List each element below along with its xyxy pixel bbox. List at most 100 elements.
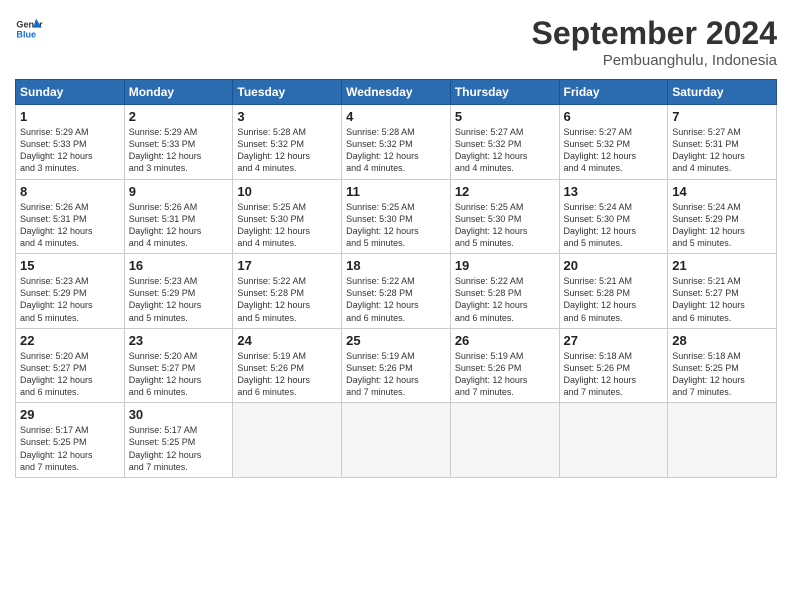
day-info: Sunrise: 5:26 AM Sunset: 5:31 PM Dayligh… [129,201,229,250]
calendar-table: SundayMondayTuesdayWednesdayThursdayFrid… [15,79,777,478]
day-info: Sunrise: 5:20 AM Sunset: 5:27 PM Dayligh… [129,350,229,399]
day-info: Sunrise: 5:20 AM Sunset: 5:27 PM Dayligh… [20,350,120,399]
day-number: 22 [20,333,120,348]
day-cell: 25Sunrise: 5:19 AM Sunset: 5:26 PM Dayli… [342,328,451,403]
day-number: 5 [455,109,555,124]
day-cell [450,403,559,478]
day-cell: 24 Sunrise: 5:19 AM Sunset: 5:26 PM Dayli… [233,328,342,403]
week-row-5: 29 Sunrise: 5:17 AM Sunset: 5:25 PM Dayli… [16,403,777,478]
day-cell: 8 Sunrise: 5:26 AM Sunset: 5:31 PM Daylig… [16,179,125,254]
day-cell [668,403,777,478]
day-info: Sunrise: 5:25 AM Sunset: 5:30 PM Dayligh… [346,201,446,250]
header: General Blue September 2024 Pembuanghulu… [15,15,777,69]
day-info: Sunrise: 5:24 AM Sunset: 5:29 PM Dayligh… [672,201,772,250]
day-header-saturday: Saturday [668,80,777,105]
day-number: 26 [455,333,555,348]
day-number: 20 [564,258,664,273]
day-cell: 4Sunrise: 5:28 AM Sunset: 5:32 PM Daylig… [342,105,451,180]
day-cell: 21 Sunrise: 5:21 AM Sunset: 5:27 PM Dayli… [668,254,777,329]
day-info: Sunrise: 5:22 AM Sunset: 5:28 PM Dayligh… [455,275,555,324]
title-block: September 2024 Pembuanghulu, Indonesia [532,15,777,69]
day-cell: 3Sunrise: 5:28 AM Sunset: 5:32 PM Daylig… [233,105,342,180]
day-number: 25 [346,333,446,348]
day-info: Sunrise: 5:29 AM Sunset: 5:33 PM Dayligh… [20,126,120,175]
day-info: Sunrise: 5:17 AM Sunset: 5:25 PM Dayligh… [129,424,229,473]
day-cell: 13 Sunrise: 5:24 AM Sunset: 5:30 PM Dayli… [559,179,668,254]
day-number: 11 [346,184,446,199]
day-cell: 16 Sunrise: 5:23 AM Sunset: 5:29 PM Dayli… [124,254,233,329]
day-cell: 1 Sunrise: 5:29 AM Sunset: 5:33 PM Daylig… [16,105,125,180]
day-info: Sunrise: 5:18 AM Sunset: 5:25 PM Dayligh… [672,350,772,399]
day-info: Sunrise: 5:18 AM Sunset: 5:26 PM Dayligh… [564,350,664,399]
day-info: Sunrise: 5:21 AM Sunset: 5:27 PM Dayligh… [672,275,772,324]
day-number: 27 [564,333,664,348]
day-cell: 12 Sunrise: 5:25 AM Sunset: 5:30 PM Dayli… [450,179,559,254]
day-cell: 6Sunrise: 5:27 AM Sunset: 5:32 PM Daylig… [559,105,668,180]
day-info: Sunrise: 5:25 AM Sunset: 5:30 PM Dayligh… [237,201,337,250]
week-row-2: 8 Sunrise: 5:26 AM Sunset: 5:31 PM Daylig… [16,179,777,254]
day-info: Sunrise: 5:25 AM Sunset: 5:30 PM Dayligh… [455,201,555,250]
day-number: 1 [20,109,120,124]
day-header-friday: Friday [559,80,668,105]
day-number: 12 [455,184,555,199]
day-number: 28 [672,333,772,348]
svg-text:Blue: Blue [16,29,36,39]
day-cell: 26 Sunrise: 5:19 AM Sunset: 5:26 PM Dayli… [450,328,559,403]
day-cell: 28 Sunrise: 5:18 AM Sunset: 5:25 PM Dayli… [668,328,777,403]
day-cell: 15Sunrise: 5:23 AM Sunset: 5:29 PM Dayli… [16,254,125,329]
day-cell: 11 Sunrise: 5:25 AM Sunset: 5:30 PM Dayli… [342,179,451,254]
day-number: 13 [564,184,664,199]
day-cell: 5 Sunrise: 5:27 AM Sunset: 5:32 PM Daylig… [450,105,559,180]
day-number: 7 [672,109,772,124]
day-number: 2 [129,109,229,124]
day-cell: 18Sunrise: 5:22 AM Sunset: 5:28 PM Dayli… [342,254,451,329]
day-cell: 7Sunrise: 5:27 AM Sunset: 5:31 PM Daylig… [668,105,777,180]
day-number: 4 [346,109,446,124]
calendar-container: General Blue September 2024 Pembuanghulu… [0,0,792,612]
day-number: 3 [237,109,337,124]
week-row-1: 1 Sunrise: 5:29 AM Sunset: 5:33 PM Daylig… [16,105,777,180]
day-cell [559,403,668,478]
week-row-3: 15 Sunrise: 5:23 AM Sunset: 5:29 PM Dayli… [16,254,777,329]
day-number: 15 [20,258,120,273]
day-header-wednesday: Wednesday [342,80,451,105]
day-info: Sunrise: 5:26 AM Sunset: 5:31 PM Dayligh… [20,201,120,250]
day-number: 14 [672,184,772,199]
day-info: Sunrise: 5:22 AM Sunset: 5:28 PM Dayligh… [237,275,337,324]
day-info: Sunrise: 5:27 AM Sunset: 5:32 PM Dayligh… [455,126,555,175]
day-info: Sunrise: 5:22 AM Sunset: 5:28 PM Dayligh… [346,275,446,324]
day-info: Sunrise: 5:24 AM Sunset: 5:30 PM Dayligh… [564,201,664,250]
day-number: 10 [237,184,337,199]
day-header-tuesday: Tuesday [233,80,342,105]
logo: General Blue [15,15,43,43]
day-number: 30 [129,407,229,422]
day-cell: 30 Sunrise: 5:17 AM Sunset: 5:25 PM Dayli… [124,403,233,478]
day-number: 21 [672,258,772,273]
day-cell: 27 Sunrise: 5:18 AM Sunset: 5:26 PM Dayli… [559,328,668,403]
day-info: Sunrise: 5:23 AM Sunset: 5:29 PM Dayligh… [129,275,229,324]
day-cell: 23Sunrise: 5:20 AM Sunset: 5:27 PM Dayli… [124,328,233,403]
location: Pembuanghulu, Indonesia [532,52,777,69]
day-info: Sunrise: 5:19 AM Sunset: 5:26 PM Dayligh… [455,350,555,399]
day-cell: 17 Sunrise: 5:22 AM Sunset: 5:28 PM Dayli… [233,254,342,329]
day-cell: 2 Sunrise: 5:29 AM Sunset: 5:33 PM Daylig… [124,105,233,180]
day-header-thursday: Thursday [450,80,559,105]
month-title: September 2024 [532,15,777,52]
day-number: 19 [455,258,555,273]
logo-icon: General Blue [15,15,43,43]
day-cell [233,403,342,478]
day-number: 8 [20,184,120,199]
day-number: 17 [237,258,337,273]
day-info: Sunrise: 5:29 AM Sunset: 5:33 PM Dayligh… [129,126,229,175]
day-info: Sunrise: 5:19 AM Sunset: 5:26 PM Dayligh… [237,350,337,399]
day-cell [342,403,451,478]
day-number: 24 [237,333,337,348]
day-header-monday: Monday [124,80,233,105]
day-info: Sunrise: 5:27 AM Sunset: 5:32 PM Dayligh… [564,126,664,175]
day-info: Sunrise: 5:17 AM Sunset: 5:25 PM Dayligh… [20,424,120,473]
day-number: 29 [20,407,120,422]
day-cell: 22 Sunrise: 5:20 AM Sunset: 5:27 PM Dayli… [16,328,125,403]
day-cell: 10 Sunrise: 5:25 AM Sunset: 5:30 PM Dayli… [233,179,342,254]
day-info: Sunrise: 5:21 AM Sunset: 5:28 PM Dayligh… [564,275,664,324]
day-number: 16 [129,258,229,273]
